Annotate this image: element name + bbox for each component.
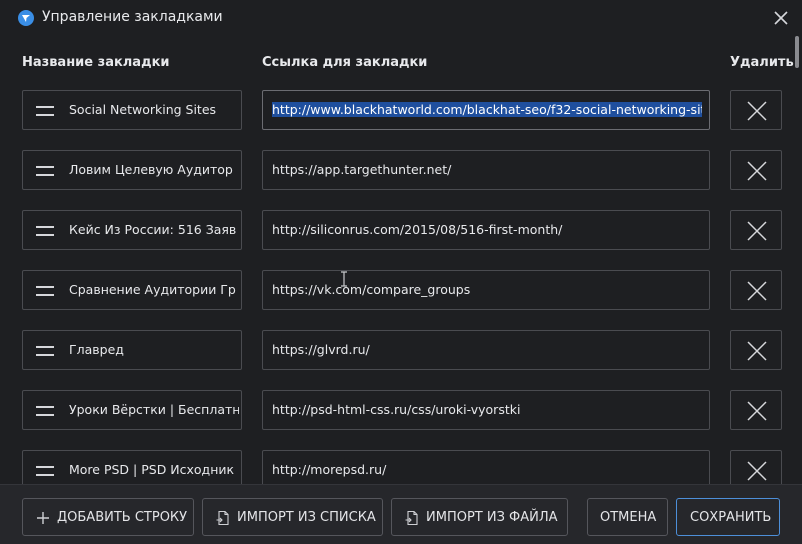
- delete-row-button[interactable]: [730, 210, 782, 250]
- delete-row-button[interactable]: [730, 270, 782, 310]
- column-header-delete: Удалить: [730, 55, 794, 70]
- bookmark-url-field[interactable]: https://vk.com/compare_groups: [262, 270, 710, 310]
- bookmark-url-field[interactable]: https://glvrd.ru/: [262, 330, 710, 370]
- drag-handle-icon[interactable]: [35, 283, 55, 299]
- bookmark-url-field[interactable]: https://app.targethunter.net/: [262, 150, 710, 190]
- bookmark-name-text: Уроки Вёрстки | Бесплатн: [69, 402, 239, 417]
- cancel-button[interactable]: ОТМЕНА: [587, 498, 668, 536]
- bookmark-url-field[interactable]: http://siliconrus.com/2015/08/516-first-…: [262, 210, 710, 250]
- dialog-footer: ДОБАВИТЬ СТРОКУ ИМПОРТ ИЗ СПИСКА ИМПОРТ …: [0, 484, 802, 544]
- bookmark-name-field[interactable]: Главред: [22, 330, 242, 370]
- bookmark-url-value: http://psd-html-css.ru/css/uroki-vyorstk…: [272, 402, 521, 417]
- delete-row-button[interactable]: [730, 450, 782, 484]
- bookmark-url-value: http://morepsd.ru/: [272, 462, 387, 477]
- bookmark-name-field[interactable]: Кейс Из России: 516 Заяв: [22, 210, 242, 250]
- delete-x-icon: [747, 281, 767, 301]
- column-header-name: Название закладки: [22, 55, 170, 70]
- delete-x-icon: [747, 101, 767, 121]
- bookmark-url-text: http://psd-html-css.ru/css/uroki-vyorstk…: [272, 402, 702, 417]
- bookmark-name-field[interactable]: Уроки Вёрстки | Бесплатн: [22, 390, 242, 430]
- plus-icon: [37, 512, 49, 524]
- bookmark-url-text: http://siliconrus.com/2015/08/516-first-…: [272, 222, 702, 237]
- bookmark-row: Уроки Вёрстки | Бесплатн http://psd-html-…: [0, 390, 790, 430]
- import-file-button[interactable]: ИМПОРТ ИЗ ФАЙЛА: [391, 498, 568, 536]
- dialog-title: Управление закладками: [42, 9, 223, 25]
- bookmark-row: Главред https://glvrd.ru/: [0, 330, 790, 370]
- delete-row-button[interactable]: [730, 150, 782, 190]
- import-list-label: ИМПОРТ ИЗ СПИСКА: [237, 510, 376, 525]
- column-header-link: Ссылка для закладки: [262, 55, 428, 70]
- bookmark-name-field[interactable]: More PSD | PSD Исходник: [22, 450, 242, 484]
- drag-handle-icon[interactable]: [35, 223, 55, 239]
- save-label: СОХРАНИТЬ: [690, 510, 772, 525]
- bookmark-url-value: http://siliconrus.com/2015/08/516-first-…: [272, 222, 563, 237]
- drag-handle-icon[interactable]: [35, 403, 55, 419]
- app-logo-icon: [18, 10, 34, 26]
- title-bar: Управление закладками: [0, 0, 802, 36]
- scrollbar-thumb[interactable]: [795, 36, 799, 68]
- drag-handle-icon[interactable]: [35, 463, 55, 479]
- close-icon[interactable]: [770, 8, 792, 28]
- bookmark-url-text: http://morepsd.ru/: [272, 462, 702, 477]
- delete-x-icon: [747, 401, 767, 421]
- bookmark-row: More PSD | PSD Исходник http://morepsd.ru…: [0, 450, 790, 484]
- bookmark-row: Сравнение Аудитории Гр https://vk.com/com…: [0, 270, 790, 310]
- bookmark-url-text: https://vk.com/compare_groups: [272, 282, 702, 297]
- bookmark-name-text: Кейс Из России: 516 Заяв: [69, 222, 237, 237]
- bookmark-name-text: Сравнение Аудитории Гр: [69, 282, 236, 297]
- import-file-icon: [405, 510, 418, 526]
- bookmarks-dialog: Управление закладками Название закладки …: [0, 0, 802, 544]
- drag-handle-icon[interactable]: [35, 163, 55, 179]
- bookmark-list: Social Networking Sites http://www.blackh…: [0, 80, 790, 484]
- text-cursor-icon: [341, 271, 347, 287]
- bookmark-url-field[interactable]: http://morepsd.ru/: [262, 450, 710, 484]
- add-row-label: ДОБАВИТЬ СТРОКУ: [57, 510, 188, 525]
- drag-handle-icon[interactable]: [35, 343, 55, 359]
- bookmark-url-value: https://glvrd.ru/: [272, 342, 370, 357]
- bookmark-name-text: Главред: [69, 342, 124, 357]
- bookmark-url-value: http://www.blackhatworld.com/blackhat-se…: [272, 102, 702, 117]
- scrollbar[interactable]: [792, 36, 802, 484]
- delete-row-button[interactable]: [730, 390, 782, 430]
- delete-row-button[interactable]: [730, 90, 782, 130]
- bookmark-row: Social Networking Sites http://www.blackh…: [0, 90, 790, 130]
- delete-row-button[interactable]: [730, 330, 782, 370]
- bookmark-url-text: https://glvrd.ru/: [272, 342, 702, 357]
- bookmark-row: Ловим Целевую Аудитор https://app.targeth…: [0, 150, 790, 190]
- drag-handle-icon[interactable]: [35, 103, 55, 119]
- delete-x-icon: [747, 341, 767, 361]
- save-button[interactable]: СОХРАНИТЬ: [676, 498, 780, 536]
- cancel-label: ОТМЕНА: [600, 510, 657, 525]
- bookmark-name-field[interactable]: Social Networking Sites: [22, 90, 242, 130]
- add-row-button[interactable]: ДОБАВИТЬ СТРОКУ: [22, 498, 194, 536]
- bookmark-name-text: More PSD | PSD Исходник: [69, 462, 235, 477]
- bookmark-url-text: https://app.targethunter.net/: [272, 162, 702, 177]
- bookmark-url-field[interactable]: http://www.blackhatworld.com/blackhat-se…: [262, 90, 710, 130]
- bookmark-name-field[interactable]: Ловим Целевую Аудитор: [22, 150, 242, 190]
- bookmark-url-text: http://www.blackhatworld.com/blackhat-se…: [272, 102, 702, 117]
- delete-x-icon: [747, 161, 767, 181]
- bookmark-row: Кейс Из России: 516 Заяв http://siliconru…: [0, 210, 790, 250]
- bookmark-url-value: https://vk.com/compare_groups: [272, 282, 471, 297]
- bookmark-url-field[interactable]: http://psd-html-css.ru/css/uroki-vyorstk…: [262, 390, 710, 430]
- bookmark-name-text: Ловим Целевую Аудитор: [69, 162, 233, 177]
- import-file-label: ИМПОРТ ИЗ ФАЙЛА: [426, 510, 558, 525]
- bookmark-name-field[interactable]: Сравнение Аудитории Гр: [22, 270, 242, 310]
- bookmark-name-text: Social Networking Sites: [69, 102, 217, 117]
- delete-x-icon: [747, 461, 767, 481]
- import-list-button[interactable]: ИМПОРТ ИЗ СПИСКА: [202, 498, 383, 536]
- delete-x-icon: [747, 221, 767, 241]
- bookmark-url-value: https://app.targethunter.net/: [272, 162, 452, 177]
- import-file-icon: [216, 510, 229, 526]
